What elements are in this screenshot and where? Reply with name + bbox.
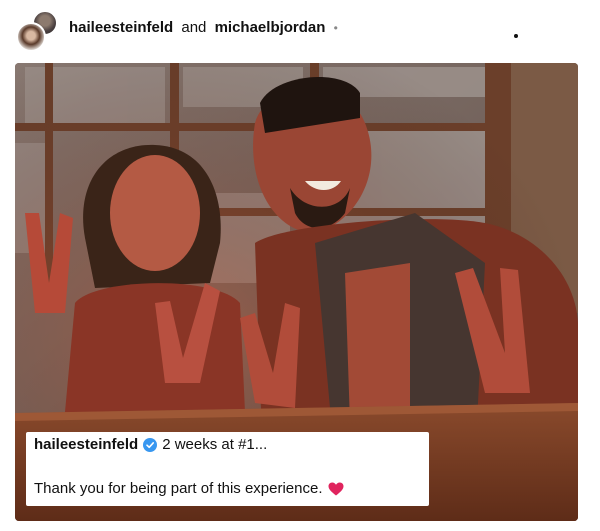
avatar-haileesteinfeld[interactable] [16,22,46,52]
caption-card: haileesteinfeld 2 weeks at #1... Thank y… [26,432,429,506]
caption-text-2: Thank you for being part of this experie… [34,480,323,497]
username-link-1[interactable]: haileesteinfeld [69,19,173,36]
and-text: and [181,19,207,36]
caption-text-1: 2 weeks at #1... [162,436,268,453]
caption-username[interactable]: haileesteinfeld [34,436,138,453]
separator-dot: • [333,21,338,35]
verified-badge-icon [143,437,158,452]
heart-emoji-icon [328,482,344,495]
username-link-2[interactable]: michaelbjordan [215,19,326,36]
collab-usernames: haileesteinfeld and michaelbjordan • [69,19,338,36]
more-options-icon[interactable] [514,34,518,38]
post-header: haileesteinfeld and michaelbjordan • [0,0,600,58]
collab-avatars[interactable] [16,10,60,52]
caption-line-2: Thank you for being part of this experie… [34,480,344,497]
caption-line-1: haileesteinfeld 2 weeks at #1... [34,436,267,453]
